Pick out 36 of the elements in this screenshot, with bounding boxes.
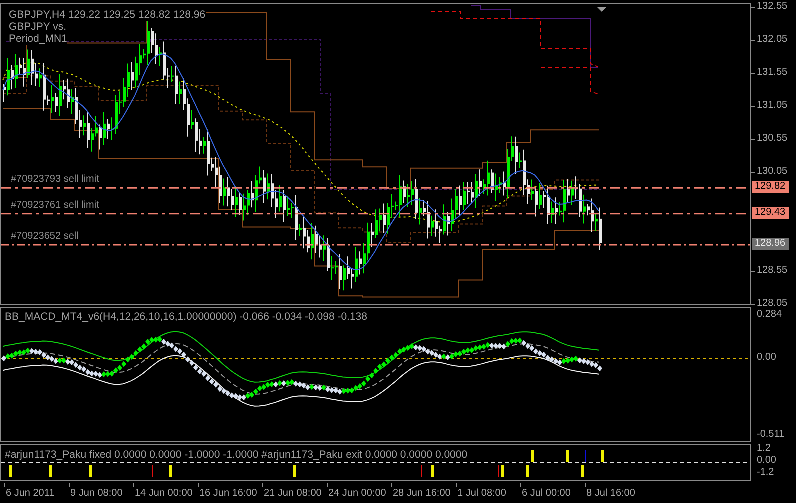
indicator-label: #arjun1173_Paku fixed 0.0000 0.0000 -1.0000 -1.0000 #arjun1173_Paku exit 0.0000 0.0000 0.0000 [5,448,468,461]
axis-label: -1.2 [757,466,774,479]
time-label: 1 Jul 08:00 [458,488,506,500]
time-label: 28 Jun 16:00 [393,488,451,500]
overlay-label: GBPJPY vs. [9,21,67,33]
axis-label: 131.05 [757,100,788,112]
axis-label: 0.284 [757,309,782,322]
price-tag: 128.96 [752,238,789,250]
time-label: 8 Jul 16:00 [586,488,636,500]
axis-label: 131.55 [757,67,788,79]
indicator-label: BB_MACD_MT4_v6(H4,12,26,10,16,1.00000000) -0.066 -0.034 -0.098 -0.138 [5,311,368,324]
axis-label: 128.55 [757,265,788,277]
time-label: 21 Jun 08:00 [264,488,322,500]
axis-label: -0.511 [757,429,785,442]
axis-label: 1.2 [757,442,771,455]
time-label: 9 Jun 08:00 [70,488,123,500]
overlay-label: Period_MN1 [9,33,68,45]
triangle-icon [597,7,607,12]
time-label: 14 Jun 00:00 [135,488,193,500]
order-label: #70923761 sell limit [11,200,100,212]
symbol-label: GBPJPY,H4 129.22 129.25 128.82 128.96 [9,9,206,21]
axis-label: 130.55 [757,133,788,145]
order-label: #70923652 sell [11,230,79,243]
axis-label: 132.05 [757,34,788,46]
price-tag: 129.82 [752,181,789,194]
axis-label: 130.05 [757,166,788,178]
axis-label: 0.00 [757,352,776,364]
time-label: 6 Jul 00:00 [522,488,571,500]
axis-label: 0.00 [757,454,776,467]
time-label: 6 Jun 2011 [6,488,55,500]
axis-label: 132.55 [757,1,788,13]
time-label: 16 Jun 16:00 [200,488,258,500]
order-label: #70923793 sell limit [11,174,100,186]
axis-label: 128.05 [757,298,788,310]
price-tag: 129.43 [752,206,789,219]
time-label: 24 Jun 00:00 [328,488,386,500]
